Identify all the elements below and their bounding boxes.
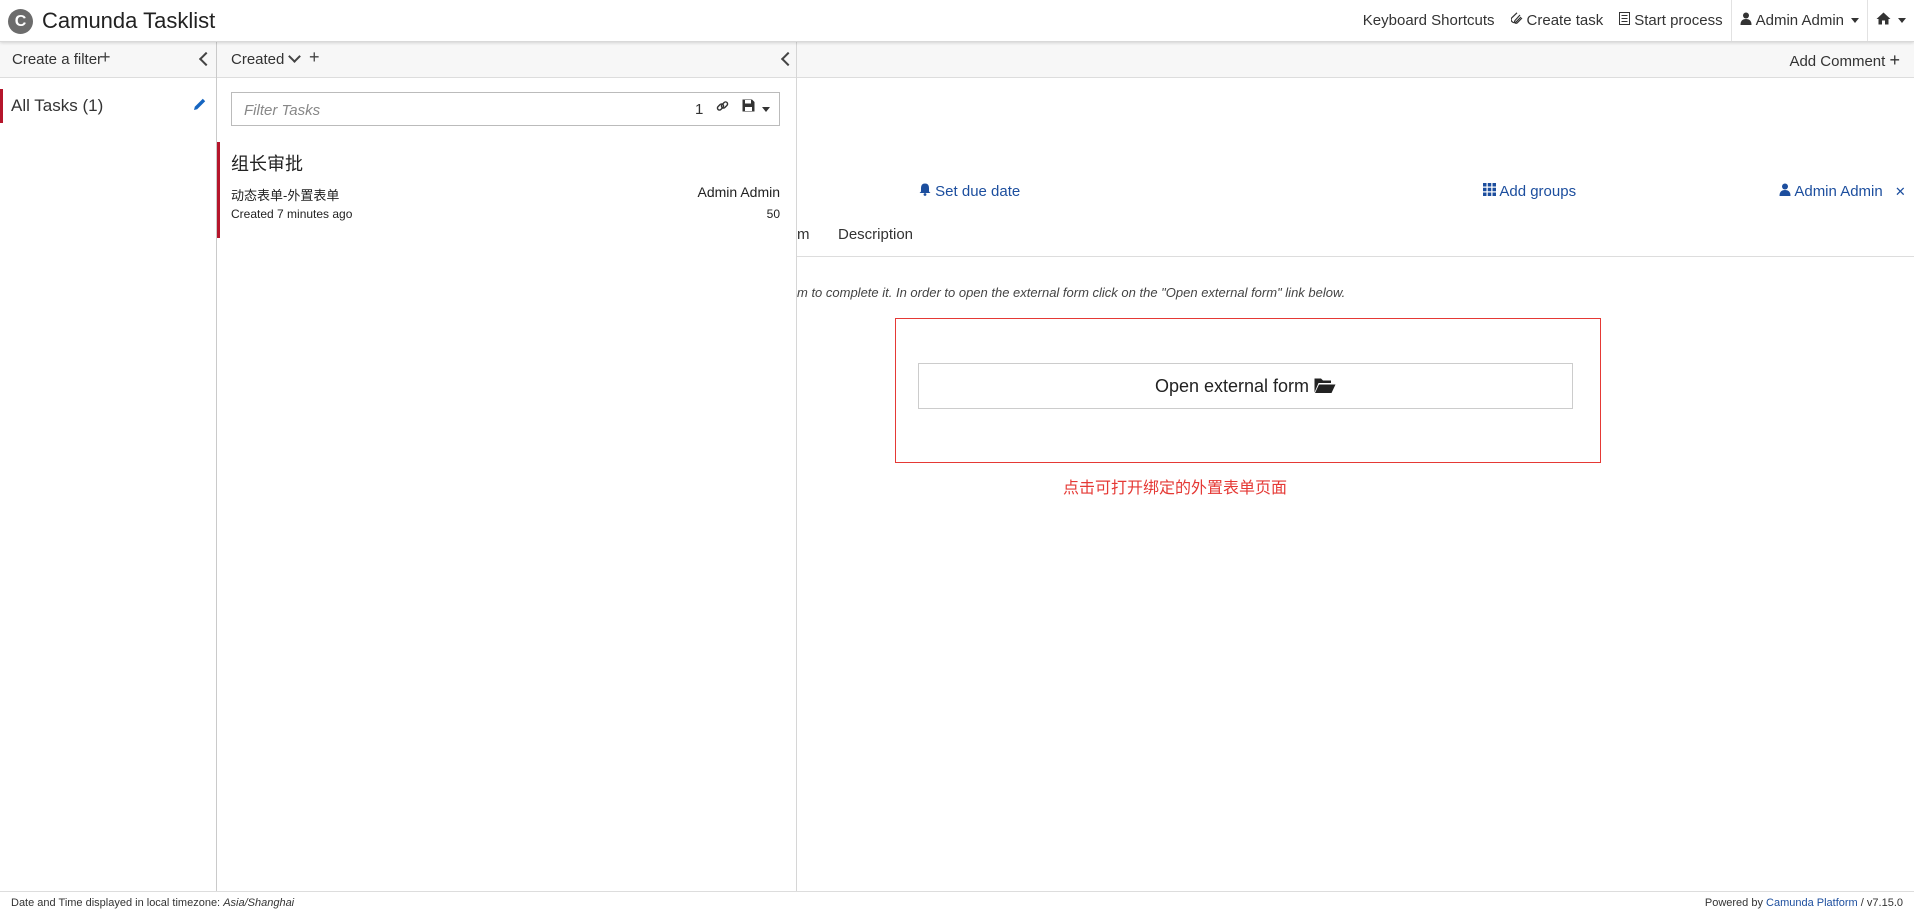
open-external-form-button[interactable]: Open external form xyxy=(918,363,1573,409)
powered-prefix: Powered by xyxy=(1704,897,1763,909)
create-filter-label: Create a filter xyxy=(12,51,103,68)
create-filter-button[interactable]: Create a filter xyxy=(12,51,102,68)
timezone-prefix: Date and Time displayed in local timezon… xyxy=(11,897,221,909)
user-icon xyxy=(1740,12,1752,29)
home-icon xyxy=(1876,12,1891,29)
paperclip-icon xyxy=(1510,11,1523,30)
sort-dropdown[interactable]: Created xyxy=(231,50,302,68)
add-groups-label: Add groups xyxy=(1499,183,1577,200)
tab-description[interactable]: Description xyxy=(838,226,913,243)
create-task-link[interactable]: Create task xyxy=(1503,11,1612,30)
add-comment-button[interactable]: Add Comment + xyxy=(1789,50,1900,71)
plus-icon: + xyxy=(1889,50,1900,70)
bell-icon xyxy=(919,183,931,200)
chevron-down-icon xyxy=(288,50,302,63)
footer: Date and Time displayed in local timezon… xyxy=(0,891,1914,913)
filter-item-label: All Tasks (1) xyxy=(11,96,104,115)
add-groups-button[interactable]: Add groups xyxy=(1483,183,1576,200)
add-comment-label: Add Comment xyxy=(1789,53,1886,70)
assignee-button[interactable]: Admin Admin ✕ xyxy=(1779,183,1906,200)
task-list-item[interactable]: 组长审批 动态表单-外置表单 Admin Admin Created 7 min… xyxy=(217,142,796,238)
tab-form[interactable]: m xyxy=(797,226,810,243)
task-tabs: m Description xyxy=(797,222,1914,257)
top-navbar: C Camunda Tasklist Keyboard Shortcuts Cr… xyxy=(0,0,1914,42)
set-due-date-button[interactable]: Set due date xyxy=(919,183,1020,200)
annotation-note: 点击可打开绑定的外置表单页面 xyxy=(1063,480,1288,497)
grid-icon xyxy=(1483,183,1496,200)
pencil-icon[interactable] xyxy=(193,97,207,116)
task-name: 组长审批 xyxy=(231,154,303,174)
start-process-link[interactable]: Start process xyxy=(1611,12,1730,29)
app-title[interactable]: Camunda Tasklist xyxy=(42,8,215,34)
task-list-panel: Created + 1 组长审批 动态表单-外置表单 Admin Admin C… xyxy=(217,42,798,891)
caret-down-icon xyxy=(1898,18,1906,23)
camunda-logo-icon[interactable]: C xyxy=(8,9,33,34)
external-form-info-text: m to complete it. In order to open the e… xyxy=(797,285,1346,300)
apps-menu[interactable] xyxy=(1868,12,1914,29)
timezone-value: Asia/Shanghai xyxy=(223,897,295,909)
caret-down-icon xyxy=(1851,18,1859,23)
link-icon[interactable] xyxy=(716,100,729,117)
process-definition-name: 动态表单-外置表单 xyxy=(231,188,340,203)
task-count: 1 xyxy=(695,101,704,118)
camunda-platform-link[interactable]: Camunda Platform xyxy=(1766,897,1858,909)
floppy-icon xyxy=(742,99,755,112)
plus-icon[interactable]: + xyxy=(100,47,111,68)
user-icon xyxy=(1779,183,1791,200)
task-detail-panel: Add Comment + Set due date Add groups Ad… xyxy=(797,42,1914,891)
filter-item-all-tasks[interactable]: All Tasks (1) xyxy=(0,89,215,123)
collapse-filters-icon[interactable] xyxy=(198,51,214,67)
keyboard-shortcuts-label: Keyboard Shortcuts xyxy=(1362,12,1495,29)
keyboard-shortcuts-link[interactable]: Keyboard Shortcuts xyxy=(1355,12,1503,29)
assignee-label: Admin Admin xyxy=(1794,183,1883,200)
user-menu[interactable]: Admin Admin xyxy=(1732,12,1867,29)
collapse-tasklist-icon[interactable] xyxy=(780,51,796,67)
task-priority: 50 xyxy=(766,207,780,221)
user-name: Admin Admin xyxy=(1755,12,1844,29)
save-search-dropdown[interactable] xyxy=(742,99,770,115)
add-sorting-plus-icon[interactable]: + xyxy=(309,47,320,68)
folder-open-icon xyxy=(1314,366,1336,410)
start-process-label: Start process xyxy=(1634,12,1723,29)
filters-panel-header: Create a filter + xyxy=(0,42,216,78)
task-assignee: Admin Admin xyxy=(697,184,780,200)
list-document-icon xyxy=(1619,12,1631,29)
filters-panel: Create a filter + All Tasks (1) xyxy=(0,42,217,891)
version: / v7.15.0 xyxy=(1860,897,1903,909)
task-search-box: 1 xyxy=(231,92,780,127)
sort-label: Created xyxy=(231,51,285,68)
set-due-date-label: Set due date xyxy=(935,183,1021,200)
task-search-input[interactable] xyxy=(232,93,686,127)
timezone-info: Date and Time displayed in local timezon… xyxy=(11,897,294,909)
task-detail-header: Add Comment + xyxy=(797,42,1914,78)
caret-down-icon xyxy=(761,107,770,112)
open-external-form-label: Open external form xyxy=(1154,376,1310,396)
create-task-label: Create task xyxy=(1526,12,1604,29)
header-nav: Keyboard Shortcuts Create task Start pro… xyxy=(1355,0,1914,41)
task-list-header: Created + xyxy=(217,42,796,78)
unclaim-close-icon[interactable]: ✕ xyxy=(1895,184,1906,199)
task-created: Created 7 minutes ago xyxy=(231,207,353,221)
powered-by: Powered by Camunda Platform / v7.15.0 xyxy=(1705,897,1903,909)
